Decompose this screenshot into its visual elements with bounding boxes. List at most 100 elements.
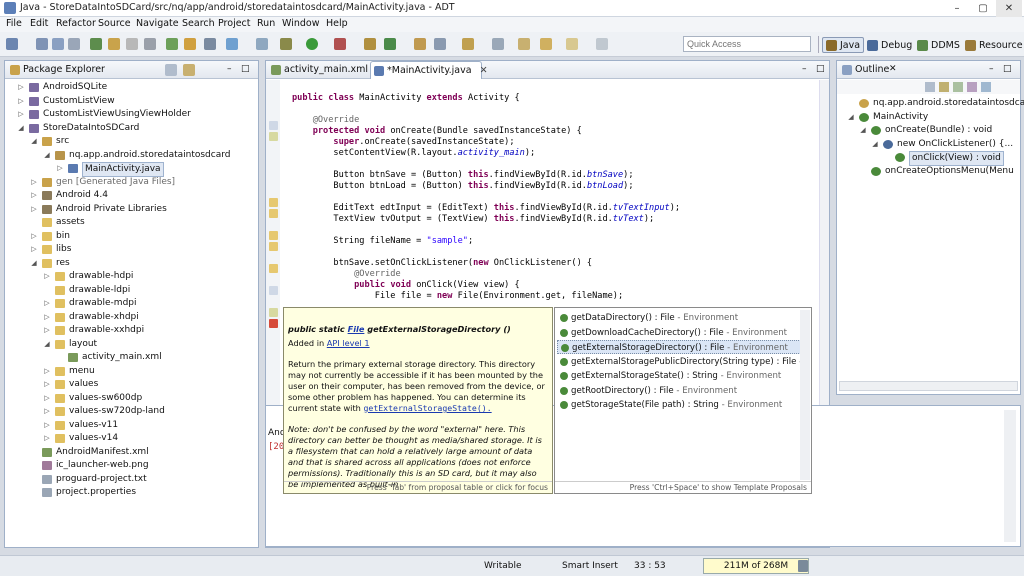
fold-icon[interactable] — [269, 286, 278, 295]
tree-item[interactable]: ▷ values-sw720dp-land — [5, 405, 258, 418]
expand-toggle-icon[interactable]: ▷ — [43, 365, 51, 378]
state-method-link[interactable]: getExternalStorageState(). — [363, 403, 491, 413]
trash-icon[interactable] — [798, 560, 808, 572]
proposal-scrollbar[interactable] — [800, 310, 810, 480]
menu-search[interactable]: Search — [182, 18, 215, 29]
expand-toggle-icon[interactable]: ▷ — [17, 108, 25, 121]
run-icon[interactable] — [306, 38, 318, 50]
tree-item[interactable]: ▷ values — [5, 378, 258, 391]
expand-toggle-icon[interactable]: ▷ — [43, 297, 51, 310]
expand-toggle-icon[interactable]: ▷ — [56, 162, 64, 175]
tree-item[interactable]: ▷ Android 4.4 — [5, 189, 258, 202]
tree-item[interactable]: ▷ drawable-xhdpi — [5, 311, 258, 324]
debug-icon[interactable] — [280, 38, 292, 50]
perspective-debug[interactable]: Debug — [864, 37, 915, 53]
tree-item[interactable]: ▷ bin — [5, 230, 258, 243]
signature-type-link[interactable]: File — [348, 324, 365, 334]
tree-item[interactable]: drawable-ldpi — [5, 284, 258, 297]
expand-toggle-icon[interactable]: ▷ — [30, 230, 38, 243]
tree-item[interactable]: ic_launcher-web.png — [5, 459, 258, 472]
maximize-view-icon[interactable]: □ — [1003, 64, 1012, 74]
menu-file[interactable]: File — [6, 18, 22, 29]
menu-navigate[interactable]: Navigate — [136, 18, 179, 29]
tree-item[interactable]: ▷ Android Private Libraries — [5, 203, 258, 216]
outline-item[interactable]: ◢ onCreate(Bundle) : void — [837, 124, 1020, 137]
menu-help[interactable]: Help — [326, 18, 348, 29]
tree-item[interactable]: ▷ CustomListViewUsingViewHolder — [5, 108, 258, 121]
minimize-editor-icon[interactable]: – — [802, 64, 807, 74]
tree-item[interactable]: ▷ libs — [5, 243, 258, 256]
back-icon[interactable] — [540, 38, 552, 50]
save-icon[interactable] — [36, 38, 48, 50]
proposal-item[interactable]: getDataDirectory() : File - Environment — [557, 311, 809, 325]
expand-toggle-icon[interactable]: ▷ — [43, 432, 51, 445]
expand-toggle-icon[interactable]: ▷ — [43, 378, 51, 391]
minimize-view-icon[interactable]: – — [227, 64, 237, 74]
proposal-item[interactable]: getExternalStoragePublicDirectory(String… — [557, 355, 809, 369]
expand-toggle-icon[interactable]: ◢ — [859, 124, 867, 137]
expand-toggle-icon[interactable]: ▷ — [43, 405, 51, 418]
menu-edit[interactable]: Edit — [30, 18, 48, 29]
menu-window[interactable]: Window — [282, 18, 319, 29]
skip-breakpoints-icon[interactable] — [204, 38, 216, 50]
expand-toggle-icon[interactable]: ▷ — [43, 324, 51, 337]
hide-local-types-icon[interactable] — [981, 82, 991, 92]
link-editor-icon[interactable] — [183, 64, 195, 76]
external-tools-icon[interactable] — [334, 38, 346, 50]
outline-hscrollbar[interactable] — [839, 381, 1018, 391]
proposal-item[interactable]: getRootDirectory() : File - Environment — [557, 384, 809, 398]
proposal-item[interactable]: getDownloadCacheDirectory() : File - Env… — [557, 326, 809, 340]
tab-package-explorer[interactable]: Package Explorer — [7, 61, 105, 79]
tree-item[interactable]: ▷ gen [Generated Java Files] — [5, 176, 258, 189]
proposal-item[interactable]: getExternalStorageDirectory() : File - E… — [557, 340, 809, 354]
hide-fields-icon[interactable] — [939, 82, 949, 92]
print-icon[interactable] — [68, 38, 80, 50]
fold-icon[interactable] — [269, 121, 278, 130]
api-level-link[interactable]: API level 1 — [327, 338, 370, 348]
close-tab-icon[interactable]: ✕ — [480, 65, 488, 76]
expand-toggle-icon[interactable]: ▷ — [30, 189, 38, 202]
tree-item[interactable]: assets — [5, 216, 258, 229]
expand-toggle-icon[interactable]: ▷ — [17, 81, 25, 94]
minimize-icon[interactable]: – — [944, 0, 970, 17]
expand-toggle-icon[interactable]: ▷ — [30, 243, 38, 256]
tree-item[interactable]: ▷ drawable-mdpi — [5, 297, 258, 310]
tree-item[interactable]: ▷ menu — [5, 365, 258, 378]
close-view-icon[interactable]: ✕ — [889, 64, 897, 74]
tree-item[interactable]: project.properties — [5, 486, 258, 499]
hide-nonpublic-icon[interactable] — [967, 82, 977, 92]
avd-manager-icon[interactable] — [108, 38, 120, 50]
expand-toggle-icon[interactable]: ▷ — [43, 392, 51, 405]
android-project-icon[interactable] — [166, 38, 178, 50]
tree-item[interactable]: activity_main.xml — [5, 351, 258, 364]
perspective-resource[interactable]: Resource — [962, 37, 1024, 53]
outline-item[interactable]: onClick(View) : void — [837, 151, 1020, 166]
tree-item[interactable]: ▷ MainActivity.java — [5, 162, 258, 177]
new-java-package-icon[interactable] — [364, 38, 376, 50]
maximize-editor-icon[interactable]: □ — [816, 64, 825, 74]
task-icon[interactable] — [226, 38, 238, 50]
minimize-view-icon[interactable]: – — [989, 64, 994, 74]
tab-activity-main-xml[interactable]: activity_main.xml — [268, 61, 368, 79]
maximize-view-icon[interactable]: □ — [241, 64, 251, 74]
expand-toggle-icon[interactable]: ◢ — [43, 338, 51, 351]
expand-toggle-icon[interactable]: ◢ — [871, 138, 879, 151]
expand-toggle-icon[interactable]: ▷ — [30, 203, 38, 216]
annotation-icon[interactable] — [462, 38, 474, 50]
open-type-icon[interactable] — [256, 38, 268, 50]
expand-toggle-icon[interactable]: ◢ — [30, 257, 38, 270]
tree-item[interactable]: ▷ values-sw600dp — [5, 392, 258, 405]
menu-source[interactable]: Source — [98, 18, 131, 29]
javadoc-popup[interactable]: public static File getExternalStorageDir… — [283, 307, 553, 494]
expand-toggle-icon[interactable]: ◢ — [847, 111, 855, 124]
save-all-icon[interactable] — [52, 38, 64, 50]
outline-item[interactable]: ◢ MainActivity — [837, 111, 1020, 124]
tree-item[interactable]: proguard-project.txt — [5, 473, 258, 486]
tree-item[interactable]: ◢ StoreDataIntoSDCard — [5, 122, 258, 135]
forward-icon[interactable] — [566, 38, 578, 50]
new-java-class-icon[interactable] — [384, 38, 396, 50]
tree-item[interactable]: ◢ src — [5, 135, 258, 148]
open-perspective-icon[interactable] — [414, 38, 426, 50]
expand-toggle-icon[interactable]: ◢ — [30, 135, 38, 148]
new-icon[interactable] — [6, 38, 18, 50]
